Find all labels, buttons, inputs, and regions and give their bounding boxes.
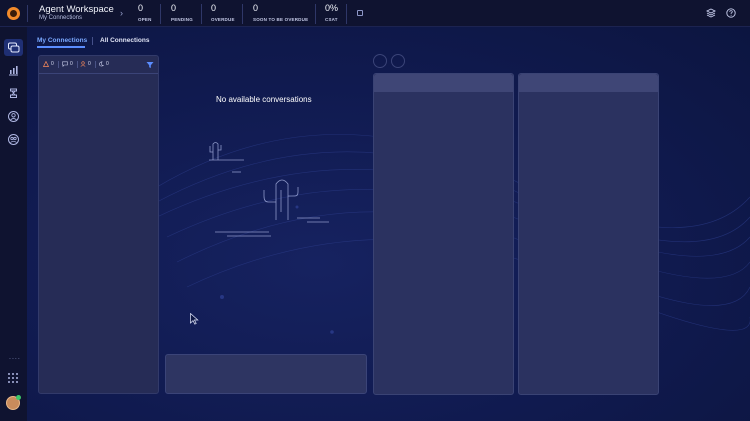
stat-label: SOON TO BE OVERDUE (253, 17, 309, 22)
divider (160, 4, 161, 24)
tab-all-connections[interactable]: All Connections (100, 37, 149, 44)
stat-value: 0 (253, 3, 259, 13)
divider (346, 4, 347, 24)
divider (27, 5, 28, 22)
tab-active-underline (37, 46, 85, 48)
info-panel (518, 73, 659, 395)
stat-open[interactable]: 0 OPEN (138, 3, 152, 22)
tab-my-connections[interactable]: My Connections (37, 37, 87, 44)
panel-header (519, 74, 658, 92)
main-area: My Connections All Connections 0 0 0 0 N… (27, 27, 750, 421)
logo-icon (7, 7, 20, 20)
grid-icon[interactable] (7, 372, 19, 384)
help-icon[interactable] (726, 8, 736, 18)
stat-pending[interactable]: 0 PENDING (171, 3, 193, 22)
contacts-icon[interactable] (7, 110, 20, 123)
empty-state-message: No available conversations (216, 95, 312, 104)
conversations-icon[interactable] (7, 41, 20, 54)
panel-header (374, 74, 513, 92)
more-icon[interactable]: .... (9, 354, 21, 361)
stat-csat[interactable]: 0% CSAT (325, 3, 338, 22)
details-panel (373, 73, 514, 395)
conversation-list-panel: 0 0 0 0 (38, 55, 159, 394)
moon-icon (99, 61, 104, 67)
status-dot (16, 395, 21, 400)
app-logo[interactable] (0, 0, 27, 27)
stat-value: 0 (138, 3, 144, 13)
divider (77, 61, 78, 68)
cactus-desert-icon (209, 142, 329, 237)
top-bar: Agent Workspace My Connections › 0 OPEN … (0, 0, 750, 27)
left-nav: .... (0, 27, 27, 421)
counter-alert[interactable]: 0 (43, 61, 54, 67)
counter-waiting[interactable]: 0 (80, 61, 91, 67)
layers-icon[interactable] (706, 8, 716, 18)
expand-icon[interactable] (357, 10, 363, 16)
divider (315, 4, 316, 24)
stat-value: 0 (211, 3, 217, 13)
counter-value: 0 (88, 61, 91, 67)
app-title: Agent Workspace (39, 4, 114, 15)
stat-value: 0% (325, 3, 339, 13)
stat-label: OPEN (138, 17, 152, 22)
tab-separator (92, 37, 93, 45)
stat-overdue[interactable]: 0 OVERDUE (211, 3, 235, 22)
team-icon[interactable] (7, 133, 20, 146)
app-subtitle: My Connections (39, 15, 83, 21)
counter-value: 0 (70, 61, 73, 67)
alert-icon (43, 61, 49, 67)
waiting-icon (80, 61, 86, 67)
counter-value: 0 (106, 61, 109, 67)
compose-box[interactable] (165, 354, 367, 394)
divider (95, 61, 96, 68)
divider (201, 4, 202, 24)
chat-icon (62, 61, 68, 67)
stat-label: PENDING (171, 17, 193, 22)
chevron-right-icon[interactable]: › (120, 8, 123, 18)
divider (242, 4, 243, 24)
analytics-icon[interactable] (7, 64, 20, 77)
counter-moon[interactable]: 0 (98, 61, 109, 67)
divider (58, 61, 59, 68)
counter-chat[interactable]: 0 (62, 61, 73, 67)
round-button[interactable] (373, 54, 387, 68)
stat-label: OVERDUE (211, 17, 235, 22)
mouse-cursor-icon (190, 313, 199, 325)
stat-soon-overdue[interactable]: 0 SOON TO BE OVERDUE (253, 3, 308, 22)
filter-icon[interactable] (146, 61, 154, 69)
stat-value: 0 (171, 3, 177, 13)
counter-value: 0 (51, 61, 54, 67)
stat-label: CSAT (325, 17, 338, 22)
conversation-list-header: 0 0 0 0 (39, 56, 158, 74)
agent-icon[interactable] (7, 87, 20, 100)
round-button[interactable] (391, 54, 405, 68)
